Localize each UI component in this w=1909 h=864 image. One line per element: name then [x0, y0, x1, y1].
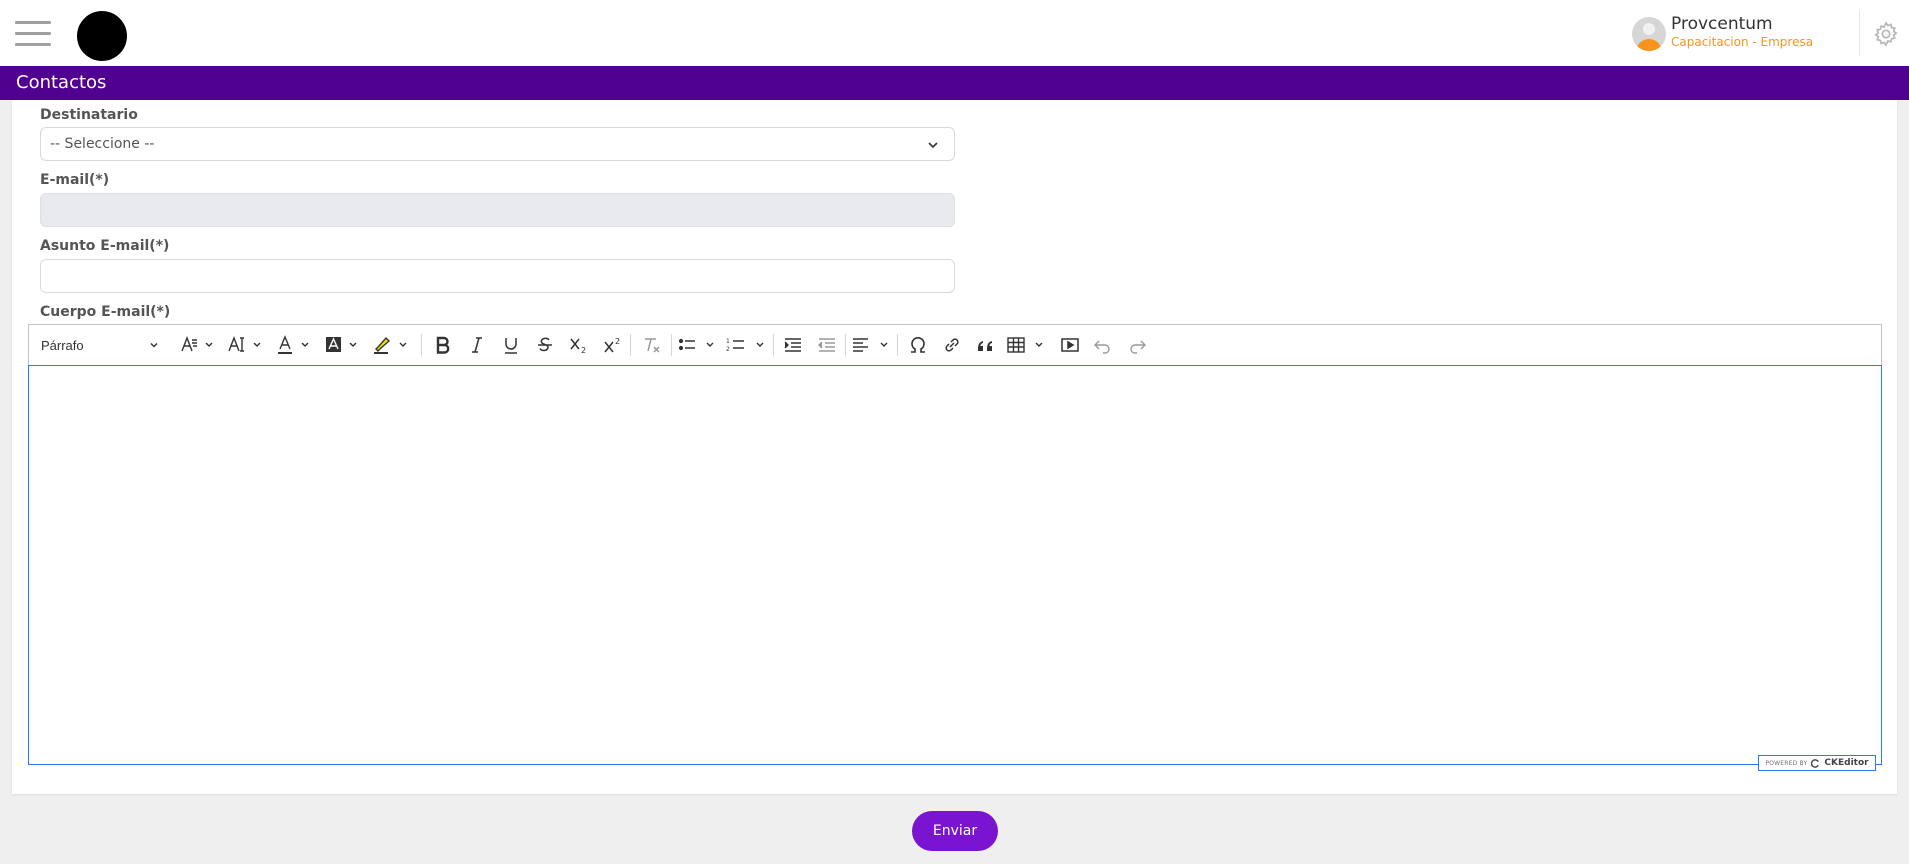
italic-icon[interactable]	[461, 325, 493, 365]
paragraph-style-label: Párrafo	[41, 337, 84, 353]
email-field[interactable]	[40, 193, 955, 227]
recipient-select[interactable]: -- Seleccione --	[40, 127, 955, 161]
toolbar-separator	[897, 334, 898, 356]
font-size-icon[interactable]	[177, 325, 217, 365]
blockquote-icon[interactable]	[970, 325, 1002, 365]
powered-by-ckeditor-badge[interactable]: POWERED BY CKEditor	[1758, 755, 1876, 771]
subject-label: Asunto E-mail(*)	[40, 238, 170, 254]
font-color-icon[interactable]	[273, 325, 313, 365]
user-avatar[interactable]	[1632, 17, 1666, 51]
header-divider	[1859, 10, 1860, 56]
company-logo[interactable]	[77, 11, 127, 61]
page-title: Contactos	[16, 72, 107, 93]
background-color-icon[interactable]	[321, 325, 361, 365]
underline-icon[interactable]	[495, 325, 527, 365]
strikethrough-icon[interactable]	[529, 325, 561, 365]
toolbar-separator	[773, 334, 774, 356]
special-characters-icon[interactable]	[902, 325, 934, 365]
svg-text:2: 2	[615, 337, 620, 346]
toolbar-separator	[421, 334, 422, 356]
font-family-icon[interactable]	[225, 325, 265, 365]
numbered-list-icon[interactable]: 12	[723, 325, 769, 365]
email-body-editor[interactable]	[28, 365, 1882, 765]
toolbar-separator	[671, 334, 672, 356]
powered-by-text: POWERED BY	[1765, 759, 1808, 767]
hamburger-menu-icon[interactable]	[15, 21, 51, 47]
gear-icon[interactable]	[1872, 20, 1900, 48]
ckeditor-logo-icon	[1811, 758, 1820, 768]
recipient-select-value: -- Seleccione --	[50, 136, 155, 152]
media-icon[interactable]	[1053, 325, 1087, 365]
top-header: Provcentum Capacitacion - Empresa	[0, 0, 1909, 66]
bulleted-list-icon[interactable]	[675, 325, 719, 365]
toolbar-separator	[845, 334, 846, 356]
chevron-down-icon	[150, 343, 158, 348]
undo-icon[interactable]	[1087, 325, 1119, 365]
bold-icon[interactable]	[427, 325, 459, 365]
superscript-icon[interactable]: 2	[597, 325, 629, 365]
svg-text:2: 2	[581, 346, 586, 354]
body-label: Cuerpo E-mail(*)	[40, 304, 171, 320]
chevron-down-icon	[926, 138, 940, 152]
svg-text:2: 2	[726, 346, 730, 353]
user-name[interactable]: Provcentum	[1671, 14, 1773, 34]
editor-toolbar: Párrafo 2 2 12	[28, 324, 1882, 365]
indent-icon[interactable]	[777, 325, 809, 365]
ckeditor-brand: CKEditor	[1824, 758, 1869, 768]
user-organization: Capacitacion - Empresa	[1671, 35, 1814, 49]
subject-field[interactable]	[40, 259, 955, 293]
remove-format-icon[interactable]	[635, 325, 669, 365]
page-title-bar: Contactos	[0, 66, 1909, 100]
email-label: E-mail(*)	[40, 172, 110, 188]
table-icon[interactable]	[1004, 325, 1050, 365]
align-icon[interactable]	[849, 325, 893, 365]
redo-icon[interactable]	[1121, 325, 1153, 365]
link-icon[interactable]	[936, 325, 968, 365]
recipient-label: Destinatario	[40, 107, 138, 123]
send-button[interactable]: Enviar	[912, 811, 998, 851]
outdent-icon[interactable]	[811, 325, 843, 365]
svg-text:1: 1	[726, 338, 730, 345]
subscript-icon[interactable]: 2	[563, 325, 595, 365]
highlight-icon[interactable]	[369, 325, 411, 365]
toolbar-separator	[630, 334, 631, 356]
paragraph-style-dropdown[interactable]: Párrafo	[29, 325, 169, 365]
